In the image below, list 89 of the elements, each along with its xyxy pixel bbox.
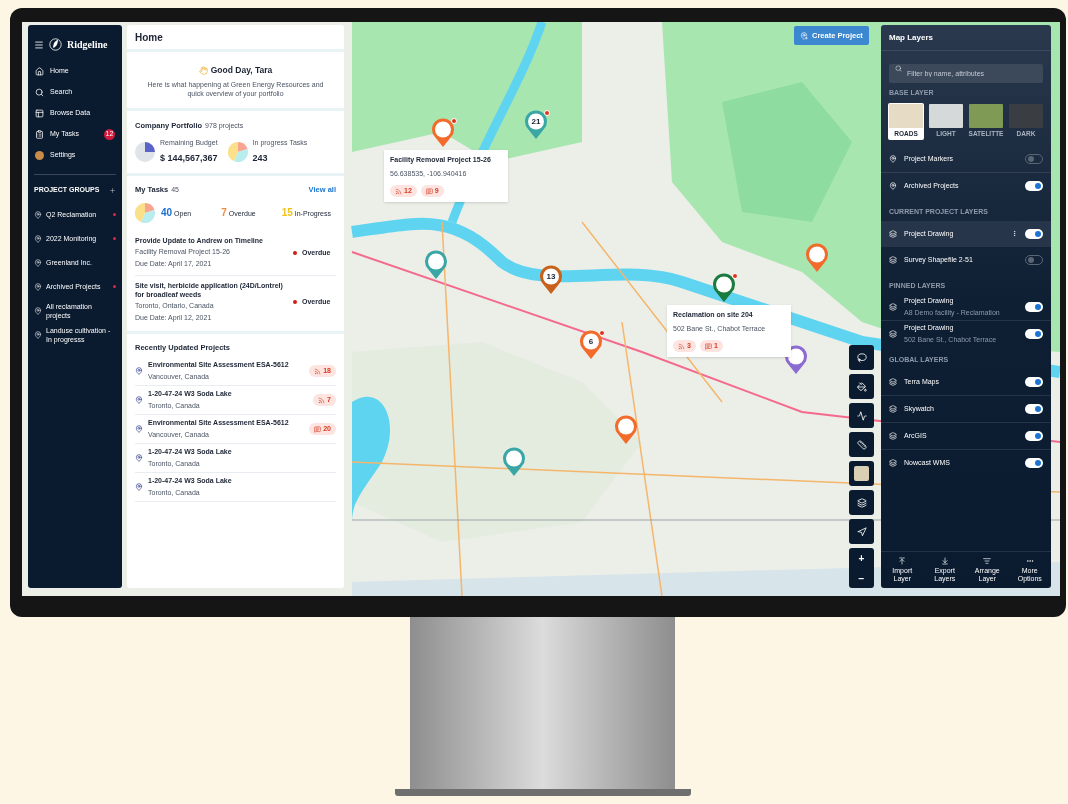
upload-icon <box>898 557 907 565</box>
waving-hand-icon <box>198 65 208 75</box>
map-style-button[interactable] <box>849 461 874 486</box>
toggle-switch[interactable] <box>1025 457 1043 468</box>
map-pin-icon <box>889 155 897 164</box>
map-marker[interactable]: 21 <box>524 110 550 140</box>
menu-icon[interactable] <box>34 39 44 50</box>
stat-value: 243 <box>252 151 269 165</box>
map-marker[interactable]: 13 <box>539 265 565 295</box>
map-tool-button[interactable] <box>849 403 874 428</box>
layers-icon <box>889 431 897 440</box>
toggle-switch[interactable] <box>1025 430 1043 441</box>
home-icon <box>35 66 44 76</box>
map-thumbnail <box>929 103 963 128</box>
ruler-icon <box>856 439 867 450</box>
map-marker[interactable] <box>502 447 528 477</box>
panel-title: Map Layers <box>889 31 934 44</box>
map-pin-icon <box>34 258 42 267</box>
map-pin-icon <box>34 330 42 339</box>
comment-icon <box>704 342 712 350</box>
line-chart-icon <box>856 410 867 421</box>
stat-value: $ 144,567,367 <box>160 151 218 165</box>
layers-icon <box>856 497 867 508</box>
download-icon <box>940 557 949 565</box>
layers-icon <box>889 330 897 339</box>
avatar <box>35 150 44 160</box>
map-thumbnail <box>969 103 1003 128</box>
map-marker[interactable]: 6 <box>579 330 605 360</box>
add-icon[interactable] <box>109 186 116 194</box>
clipboard-icon <box>35 129 44 139</box>
map-marker[interactable] <box>424 250 450 280</box>
toggle-switch[interactable] <box>1025 403 1043 414</box>
map-pin-icon <box>135 483 143 491</box>
lasso-icon <box>856 352 867 363</box>
rss-icon <box>395 187 402 195</box>
map-marker[interactable] <box>805 243 831 273</box>
pie-chart-drawing <box>227 141 248 162</box>
map-thumbnail <box>889 103 923 128</box>
rss-icon <box>318 396 326 404</box>
add-pin-icon <box>800 31 808 40</box>
map-pin-icon <box>135 367 143 375</box>
map-thumbnail <box>1009 103 1043 128</box>
map-thumbnail <box>854 466 869 481</box>
map-marker[interactable] <box>614 415 640 445</box>
toggle-switch[interactable] <box>1025 302 1043 313</box>
layers-icon <box>889 255 897 264</box>
layers-icon <box>889 303 897 312</box>
toggle-switch[interactable] <box>1025 329 1043 340</box>
greeting: Good Day, Tara <box>210 64 273 77</box>
brand-name: Ridgeline <box>67 38 108 52</box>
zoom-out-button[interactable]: − <box>849 568 874 588</box>
paint-bucket-icon <box>856 381 867 392</box>
sort-lines-icon <box>983 557 992 565</box>
more-icon <box>1025 557 1034 565</box>
map-tool-button[interactable] <box>849 374 874 399</box>
navigation-arrow-icon <box>856 526 867 537</box>
comment-icon <box>425 187 433 195</box>
layers-icon <box>889 229 897 238</box>
map-pin-icon <box>34 306 42 315</box>
map-marker[interactable] <box>712 273 738 303</box>
comment-icon <box>314 425 322 433</box>
map-pin-icon <box>34 210 42 219</box>
panel-title: Home <box>135 30 163 45</box>
map-tool-button[interactable] <box>849 519 874 544</box>
map-tool-button[interactable] <box>849 490 874 515</box>
toggle-switch[interactable] <box>1025 228 1043 239</box>
rss-icon <box>678 342 685 350</box>
map-pin-icon <box>135 454 143 462</box>
layers-icon <box>889 404 897 413</box>
map-pin-icon <box>889 182 897 191</box>
map-pin-icon <box>34 282 42 291</box>
map-pin-icon <box>34 234 42 243</box>
map-pin-icon <box>135 425 143 433</box>
zoom-in-button[interactable]: + <box>849 548 874 568</box>
toggle-switch[interactable] <box>1025 181 1043 192</box>
search-icon <box>895 65 902 72</box>
map-pin-icon <box>135 396 143 404</box>
layers-icon <box>889 458 897 467</box>
map-tool-button[interactable] <box>849 432 874 457</box>
map-tool-button[interactable] <box>849 345 874 370</box>
rss-icon <box>314 367 322 375</box>
layers-icon <box>889 377 897 386</box>
search-icon <box>35 87 44 97</box>
pie-chart-drawing <box>135 202 155 223</box>
window-icon <box>35 108 44 118</box>
leaf-logo-icon <box>49 38 62 51</box>
map-marker[interactable] <box>431 118 457 148</box>
toggle-switch[interactable] <box>1025 376 1043 387</box>
pie-chart-drawing <box>135 141 155 162</box>
